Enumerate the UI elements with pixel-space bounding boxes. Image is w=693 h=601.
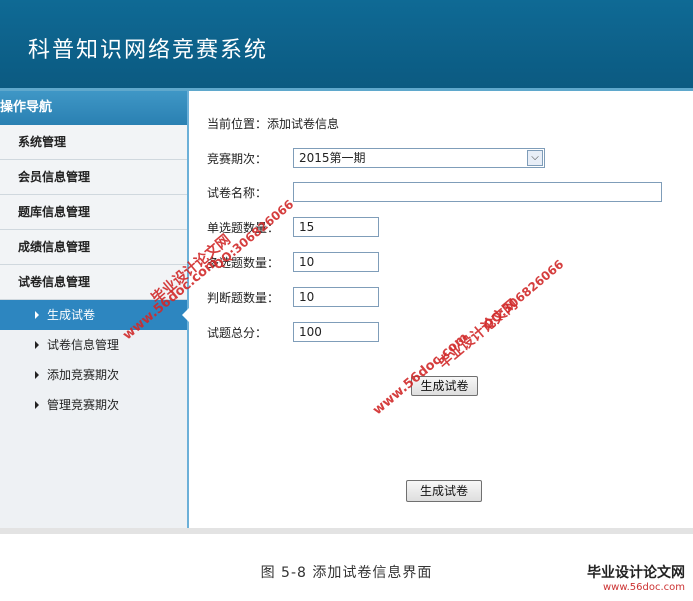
- period-select-value: 2015第一期: [299, 151, 366, 165]
- caret-right-icon: [35, 371, 39, 379]
- sidebar-subitem-label: 添加竞赛期次: [47, 368, 120, 382]
- breadcrumb: 当前位置：添加试卷信息: [207, 117, 340, 131]
- sidebar-subitem-add-period[interactable]: 添加竞赛期次: [0, 360, 187, 390]
- sidebar-title: 操作导航: [0, 91, 187, 125]
- multi-count-input[interactable]: [293, 252, 379, 272]
- multi-count-row: 多选题数量：: [207, 252, 687, 274]
- sidebar-subitem-label: 生成试卷: [47, 308, 96, 322]
- active-pointer-icon: [182, 308, 189, 322]
- corner-logo-url: www.56doc.com: [602, 582, 685, 593]
- judge-count-label: 判断题数量：: [207, 291, 280, 305]
- paper-name-row: 试卷名称：: [207, 182, 687, 204]
- paper-name-input[interactable]: [293, 182, 662, 202]
- judge-count-input[interactable]: [293, 287, 379, 307]
- single-count-input[interactable]: [293, 217, 379, 237]
- sidebar-subitem-label: 管理竞赛期次: [47, 398, 120, 412]
- period-row: 竞赛期次： 2015第一期 ⌵: [207, 148, 687, 170]
- sidebar-subitem-paper-manage[interactable]: 试卷信息管理: [0, 330, 187, 360]
- sidebar-item-members[interactable]: 会员信息管理: [0, 160, 187, 195]
- period-select[interactable]: 2015第一期 ⌵: [293, 148, 545, 168]
- caret-right-icon: [35, 311, 39, 319]
- header: 科普知识网络竞赛系统: [0, 0, 693, 88]
- chevron-down-icon[interactable]: ⌵: [527, 150, 543, 166]
- total-score-input[interactable]: [293, 322, 379, 342]
- judge-count-row: 判断题数量：: [207, 287, 687, 309]
- sidebar-subitem-manage-period[interactable]: 管理竞赛期次: [0, 390, 187, 420]
- window-bottom-bar: [0, 528, 693, 534]
- period-label: 竞赛期次：: [207, 152, 268, 166]
- corner-logo: 毕业设计论文网 www.56doc.com: [587, 562, 685, 593]
- main-content: 当前位置：添加试卷信息 竞赛期次： 2015第一期 ⌵ 试卷名称： 单选题数量：…: [189, 91, 693, 528]
- app-window: 科普知识网络竞赛系统 操作导航 系统管理 会员信息管理 题库信息管理 成绩信息管…: [0, 0, 693, 530]
- generate-paper-button-secondary[interactable]: 生成试卷: [406, 480, 482, 502]
- total-score-label: 试题总分：: [207, 326, 268, 340]
- caret-right-icon: [35, 341, 39, 349]
- page-title: 科普知识网络竞赛系统: [28, 38, 269, 63]
- sidebar-item-questions[interactable]: 题库信息管理: [0, 195, 187, 230]
- sidebar-item-system[interactable]: 系统管理: [0, 125, 187, 160]
- paper-name-label: 试卷名称：: [207, 186, 268, 200]
- corner-logo-name: 毕业设计论文网: [587, 565, 685, 581]
- sidebar-subitem-label: 试卷信息管理: [47, 338, 120, 352]
- caret-right-icon: [35, 401, 39, 409]
- sidebar-item-scores[interactable]: 成绩信息管理: [0, 230, 187, 265]
